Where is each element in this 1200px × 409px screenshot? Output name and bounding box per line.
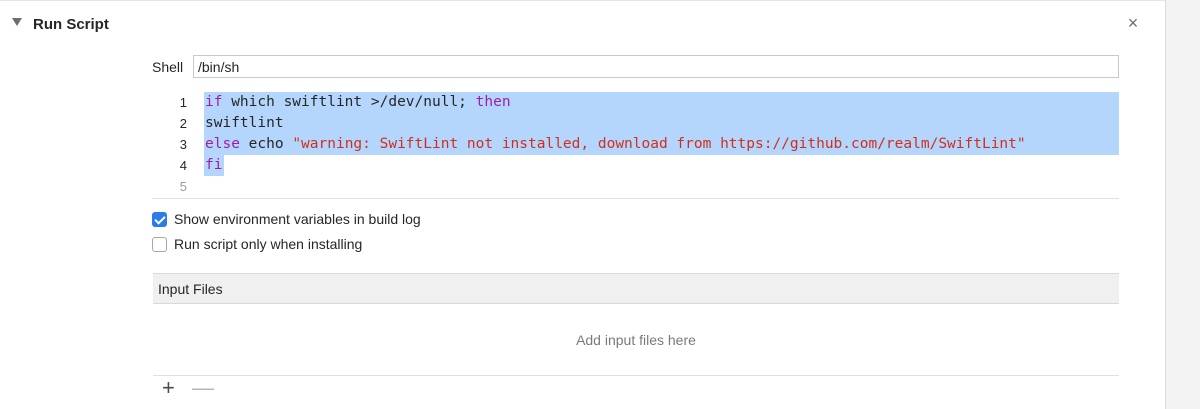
line-number: 5	[179, 179, 187, 194]
line-number: 4	[179, 158, 187, 173]
code-text: swiftlint	[205, 115, 284, 131]
run-script-phase: Run Script × Shell 1 if which swiftlint …	[0, 0, 1200, 409]
line-number: 2	[179, 116, 187, 131]
code-text: else echo "warning: SwiftLint not instal…	[205, 136, 1026, 152]
input-files-title: Input Files	[158, 281, 223, 297]
code-line-1: 1 if which swiftlint >/dev/null; then	[152, 92, 1119, 113]
code-line-3: 3 else echo "warning: SwiftLint not inst…	[152, 134, 1119, 155]
code-text: if which swiftlint >/dev/null; then	[205, 94, 511, 110]
section-header: Run Script ×	[0, 10, 1165, 40]
section-title: Run Script	[33, 16, 109, 33]
input-files-header: Input Files	[153, 273, 1119, 304]
code-line-4: 4 fi	[152, 155, 1119, 176]
checkmark-icon	[154, 213, 166, 225]
input-files-list[interactable]: Add input files here	[153, 304, 1119, 376]
show-env-checkbox[interactable]	[152, 212, 167, 227]
code-line-5: 5	[152, 176, 1119, 197]
install-only-checkbox[interactable]	[152, 237, 167, 252]
shell-input[interactable]	[193, 55, 1119, 78]
disclosure-triangle-icon[interactable]	[12, 18, 22, 26]
install-only-label: Run script only when installing	[174, 236, 363, 252]
line-number: 3	[179, 137, 187, 152]
code-text: fi	[205, 157, 223, 173]
divider	[0, 0, 1165, 1]
code-line-2: 2 swiftlint	[152, 113, 1119, 134]
input-files-placeholder: Add input files here	[576, 332, 696, 348]
line-number: 1	[179, 95, 187, 110]
add-file-button[interactable]: +	[162, 377, 175, 399]
close-icon[interactable]: ×	[1124, 14, 1142, 32]
script-editor[interactable]: 1 if which swiftlint >/dev/null; then 2 …	[152, 92, 1119, 199]
shell-label: Shell	[152, 59, 184, 75]
show-env-label: Show environment variables in build log	[174, 211, 421, 227]
right-scroll-gutter	[1165, 0, 1200, 409]
remove-file-button[interactable]: —	[192, 377, 214, 399]
